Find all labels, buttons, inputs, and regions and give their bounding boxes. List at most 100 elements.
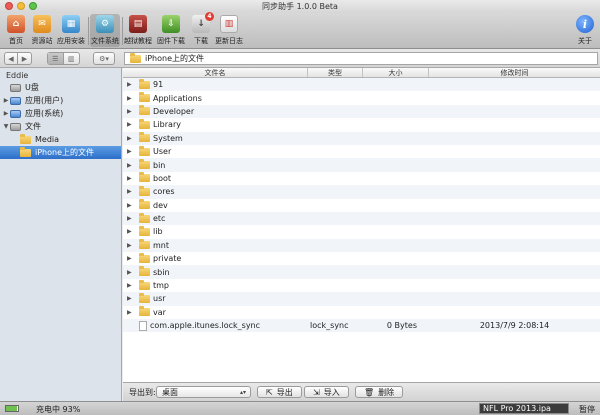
disclosure-triangle-icon[interactable]: ▶ xyxy=(127,188,136,195)
table-row[interactable]: ▶ private xyxy=(123,252,600,265)
disclosure-triangle-icon[interactable]: ▶ xyxy=(127,175,136,182)
table-row[interactable]: ▶ Library xyxy=(123,118,600,131)
table-row[interactable]: ▶ dev xyxy=(123,199,600,212)
action-menu-button[interactable]: ⚙▾ xyxy=(93,52,115,65)
disclosure-triangle-icon[interactable]: ▶ xyxy=(127,81,136,88)
file-name: tmp xyxy=(153,281,170,291)
disclosure-triangle-icon[interactable]: ▶ xyxy=(127,121,136,128)
filesystem-icon: ⚙ xyxy=(96,15,114,33)
sidebar-item-iphone-files[interactable]: iPhone上的文件 xyxy=(0,146,121,159)
disclosure-triangle-icon[interactable]: ▶ xyxy=(127,95,136,102)
cell-name: ▶ dev xyxy=(123,199,308,210)
cell-name: ▶ 91 xyxy=(123,78,308,89)
column-header-name[interactable]: 文件名 xyxy=(123,68,308,77)
column-header-type[interactable]: 类型 xyxy=(308,68,363,77)
table-row[interactable]: ▶ tmp xyxy=(123,279,600,292)
toolbar-apps-button[interactable]: ▦ 应用安装 xyxy=(57,15,85,46)
sidebar-item-user-apps[interactable]: ▶ 应用(用户) xyxy=(0,94,121,107)
sidebar-item-label: U盘 xyxy=(25,83,39,92)
toolbar-download-button[interactable]: ↓ 4 下载 xyxy=(187,12,215,46)
toolbar-firmware-button[interactable]: ⇩ 固件下载 xyxy=(157,15,185,46)
drive-icon xyxy=(10,83,21,92)
import-button[interactable]: ⇲ 导入 xyxy=(304,386,349,398)
toolbar-changelog-label: 更新日志 xyxy=(215,37,243,45)
toolbar-home-button[interactable]: ⌂ 首页 xyxy=(2,15,30,46)
folder-icon xyxy=(139,279,150,290)
table-row[interactable]: ▶ sbin xyxy=(123,265,600,279)
disclosure-triangle-icon[interactable]: ▶ xyxy=(127,269,136,276)
export-target-select[interactable]: 桌面 ▴▾ xyxy=(156,386,251,398)
forward-button[interactable]: ▶ xyxy=(18,53,31,64)
file-name: var xyxy=(153,307,166,317)
table-row[interactable]: ▶ boot xyxy=(123,172,600,185)
disclosure-triangle-icon[interactable]: ▶ xyxy=(2,110,10,117)
toolbar-download-label: 下载 xyxy=(194,37,208,45)
list-view-button[interactable]: ☰ xyxy=(48,53,64,64)
table-row[interactable]: ▶ System xyxy=(123,131,600,145)
sidebar-item-label: 文件 xyxy=(25,122,41,131)
table-row[interactable]: ▶ User xyxy=(123,145,600,158)
column-header-modified[interactable]: 修改时间 xyxy=(429,68,600,77)
disclosure-triangle-icon[interactable]: ▶ xyxy=(127,295,136,302)
table-row[interactable]: ▶ Developer xyxy=(123,104,600,119)
table-row[interactable]: com.apple.itunes.lock_sync lock_sync 0 Byt… xyxy=(123,319,600,333)
disclosure-triangle-icon[interactable]: ▶ xyxy=(127,255,136,262)
disclosure-triangle-icon[interactable]: ▶ xyxy=(127,162,136,169)
disclosure-triangle-icon[interactable]: ▶ xyxy=(127,309,136,316)
disclosure-triangle-icon[interactable]: ▶ xyxy=(127,215,136,222)
table-row[interactable]: ▶ lib xyxy=(123,225,600,238)
cell-name: ▶ boot xyxy=(123,172,308,183)
toolbar-home-label: 首页 xyxy=(9,37,23,45)
table-row[interactable]: ▶ cores xyxy=(123,185,600,199)
disclosure-triangle-icon[interactable]: ▶ xyxy=(127,228,136,235)
pause-button[interactable]: 暂停 xyxy=(579,404,595,415)
close-window-button[interactable] xyxy=(5,2,13,10)
file-rows: ▶ 91 ▶ Applications ▶ Developer ▶ Library ▶ Syste… xyxy=(123,78,600,333)
folder-icon xyxy=(20,133,31,144)
file-name: boot xyxy=(153,173,172,183)
table-row[interactable]: ▶ Applications xyxy=(123,91,600,104)
window-title: 同步助手 1.0.0 Beta xyxy=(262,2,338,11)
folder-icon xyxy=(130,52,141,63)
export-icon: ⇱ xyxy=(266,387,273,397)
disclosure-triangle-expanded-icon[interactable]: ▼ xyxy=(2,123,10,130)
table-row[interactable]: ▶ usr xyxy=(123,292,600,306)
download-task[interactable]: NFL Pro 2013.ipa xyxy=(479,403,569,414)
delete-button[interactable]: 🗑 删除 xyxy=(355,386,404,398)
disclosure-triangle-icon[interactable]: ▶ xyxy=(127,148,136,155)
disclosure-triangle-icon[interactable]: ▶ xyxy=(127,282,136,289)
column-view-button[interactable]: ▥ xyxy=(64,53,79,64)
sidebar-item-udisk[interactable]: U盘 xyxy=(0,81,121,94)
export-button[interactable]: ⇱ 导出 xyxy=(257,386,302,398)
table-row[interactable]: ▶ etc xyxy=(123,211,600,226)
folder-icon xyxy=(139,306,150,317)
toolbar-store-button[interactable]: ✉ 资源站 xyxy=(28,15,56,46)
cell-name: ▶ Library xyxy=(123,118,308,129)
disclosure-triangle-icon[interactable]: ▶ xyxy=(127,135,136,142)
toolbar-tutorial-button[interactable]: ▤ 越狱教程 xyxy=(124,15,152,46)
sidebar-item-media[interactable]: Media xyxy=(0,133,121,146)
back-button[interactable]: ◀ xyxy=(5,53,18,64)
disclosure-triangle-icon[interactable]: ▶ xyxy=(2,97,10,104)
disclosure-triangle-icon[interactable]: ▶ xyxy=(127,108,136,115)
cell-type: lock_sync xyxy=(310,321,349,331)
table-row[interactable]: ▶ 91 xyxy=(123,78,600,92)
column-header-size[interactable]: 大小 xyxy=(363,68,429,77)
minimize-window-button[interactable] xyxy=(17,2,25,10)
toolbar-changelog-button[interactable]: ▥ 更新日志 xyxy=(215,15,243,46)
table-row[interactable]: ▶ bin xyxy=(123,158,600,172)
toolbar-about-button[interactable]: i 关于 xyxy=(571,15,599,46)
sidebar-item-system-apps[interactable]: ▶ 应用(系统) xyxy=(0,107,121,120)
table-row[interactable]: ▶ var xyxy=(123,306,600,319)
sidebar: Eddie U盘 ▶ 应用(用户) ▶ 应用(系统) ▼ 文件 Media iP… xyxy=(0,68,122,401)
file-name: private xyxy=(153,254,182,264)
path-bar[interactable]: iPhone上的文件 xyxy=(124,52,598,65)
disclosure-triangle-icon[interactable]: ▶ xyxy=(127,202,136,209)
toolbar-filesystem-button[interactable]: ⚙ 文件系统 xyxy=(90,14,120,47)
disclosure-triangle-icon[interactable]: ▶ xyxy=(127,242,136,249)
cell-name: ▶ System xyxy=(123,132,308,143)
table-row[interactable]: ▶ mnt xyxy=(123,238,600,253)
back-forward-control: ◀ ▶ xyxy=(4,52,32,65)
sidebar-item-files[interactable]: ▼ 文件 xyxy=(0,120,121,133)
zoom-window-button[interactable] xyxy=(29,2,37,10)
